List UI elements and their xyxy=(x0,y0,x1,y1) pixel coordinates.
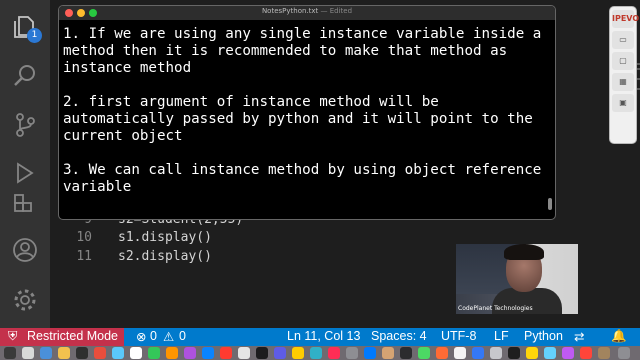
restricted-mode-indicator[interactable]: ⛨ Restricted Mode xyxy=(0,328,124,346)
dock-app-icon[interactable] xyxy=(310,347,322,359)
dock-app-icon[interactable] xyxy=(544,347,556,359)
dock-app-icon[interactable] xyxy=(508,347,520,359)
error-icon[interactable]: ⊗ xyxy=(136,329,146,344)
remote-icon[interactable]: ⇄ xyxy=(574,329,584,344)
dock-app-icon[interactable] xyxy=(58,347,70,359)
warning-count[interactable]: 0 xyxy=(179,329,186,343)
notes-text-area[interactable]: 1. If we are using any single instance v… xyxy=(63,26,545,213)
warning-icon[interactable]: ⚠ xyxy=(163,329,174,344)
dock-app-icon[interactable] xyxy=(382,347,394,359)
language-mode[interactable]: Python xyxy=(524,329,563,343)
line-number: 11 xyxy=(76,249,92,264)
toolbar-button[interactable]: ▣ xyxy=(612,94,634,112)
dock-app-icon[interactable] xyxy=(598,347,610,359)
dock-app-icon[interactable] xyxy=(418,347,430,359)
toolbar-button[interactable]: ▦ xyxy=(612,73,634,91)
cursor-position[interactable]: Ln 11, Col 13 xyxy=(287,329,360,343)
dock-app-icon[interactable] xyxy=(220,347,232,359)
shield-icon: ⛨ xyxy=(8,329,18,343)
dock-app-icon[interactable] xyxy=(166,347,178,359)
macos-dock xyxy=(0,346,640,360)
line-ending[interactable]: LF xyxy=(494,329,509,343)
note-paragraph: 2. first argument of instance method wil… xyxy=(63,94,542,144)
encoding[interactable]: UTF-8 xyxy=(441,329,476,343)
notes-title: NotesPython.txt — Edited xyxy=(59,7,555,15)
dock-app-icon[interactable] xyxy=(436,347,448,359)
dock-app-icon[interactable] xyxy=(184,347,196,359)
code-text[interactable]: s2.display() xyxy=(118,249,212,264)
dock-app-icon[interactable] xyxy=(112,347,124,359)
extensions-icon[interactable] xyxy=(12,192,38,218)
code-text[interactable]: s1.display() xyxy=(118,230,212,245)
line-number: 10 xyxy=(76,230,92,245)
code-line[interactable]: 11 s2.display() xyxy=(50,249,450,268)
note-paragraph: 1. If we are using any single instance v… xyxy=(63,26,550,76)
dock-app-icon[interactable] xyxy=(526,347,538,359)
dock-app-icon[interactable] xyxy=(40,347,52,359)
toolbar-button[interactable]: ▢ xyxy=(612,52,634,70)
notes-window[interactable]: NotesPython.txt — Edited 1. If we are us… xyxy=(58,5,556,220)
dock-app-icon[interactable] xyxy=(148,347,160,359)
dock-app-icon[interactable] xyxy=(274,347,286,359)
notes-edited-indicator: — Edited xyxy=(320,7,353,15)
dock-app-icon[interactable] xyxy=(580,347,592,359)
dock-app-icon[interactable] xyxy=(94,347,106,359)
dock-app-icon[interactable] xyxy=(76,347,88,359)
dock-app-icon[interactable] xyxy=(346,347,358,359)
webcam-person-hair xyxy=(504,244,544,260)
source-control-icon[interactable] xyxy=(12,112,38,138)
restricted-mode-label: Restricted Mode xyxy=(27,329,119,343)
dock-app-icon[interactable] xyxy=(130,347,142,359)
toolbar-button[interactable]: ▭ xyxy=(612,31,634,49)
dock-app-icon[interactable] xyxy=(472,347,484,359)
error-count[interactable]: 0 xyxy=(150,329,157,343)
note-paragraph: 3. We can call instance method by using … xyxy=(63,162,550,195)
dock-app-icon[interactable] xyxy=(364,347,376,359)
notes-titlebar[interactable]: NotesPython.txt — Edited xyxy=(59,6,555,20)
settings-gear-icon[interactable] xyxy=(12,287,38,313)
camera-toolbar: IPEVO ▭ ▢ ▦ ▣ xyxy=(609,6,639,144)
dock-app-icon[interactable] xyxy=(400,347,412,359)
dock-app-icon[interactable] xyxy=(22,347,34,359)
explorer-badge: 1 xyxy=(27,28,42,43)
dock-app-icon[interactable] xyxy=(454,347,466,359)
status-bar: ⛨ Restricted Mode ⊗ 0 ⚠ 0 Ln 11, Col 13 … xyxy=(0,328,640,346)
notifications-icon[interactable]: 🔔 xyxy=(611,329,627,344)
dock-app-icon[interactable] xyxy=(238,347,250,359)
dock-app-icon[interactable] xyxy=(562,347,574,359)
webcam-label: CodePlanet Technologies xyxy=(458,305,533,312)
notes-scrollbar[interactable] xyxy=(548,198,552,210)
account-icon[interactable] xyxy=(12,237,38,263)
indentation[interactable]: Spaces: 4 xyxy=(371,329,427,343)
activity-bar: 1 xyxy=(0,0,50,328)
search-icon[interactable] xyxy=(12,63,38,89)
dock-app-icon[interactable] xyxy=(256,347,268,359)
dock-app-icon[interactable] xyxy=(490,347,502,359)
dock-trash-icon[interactable] xyxy=(618,347,630,359)
webcam-overlay: CodePlanet Technologies xyxy=(456,244,578,314)
dock-app-icon[interactable] xyxy=(4,347,16,359)
dock-app-icon[interactable] xyxy=(328,347,340,359)
notes-filename: NotesPython.txt xyxy=(261,7,319,15)
dock-app-icon[interactable] xyxy=(292,347,304,359)
run-debug-icon[interactable] xyxy=(12,160,38,186)
toolbar-label: IPEVO xyxy=(612,10,639,28)
code-line[interactable]: 10 s1.display() xyxy=(50,230,450,249)
dock-app-icon[interactable] xyxy=(202,347,214,359)
